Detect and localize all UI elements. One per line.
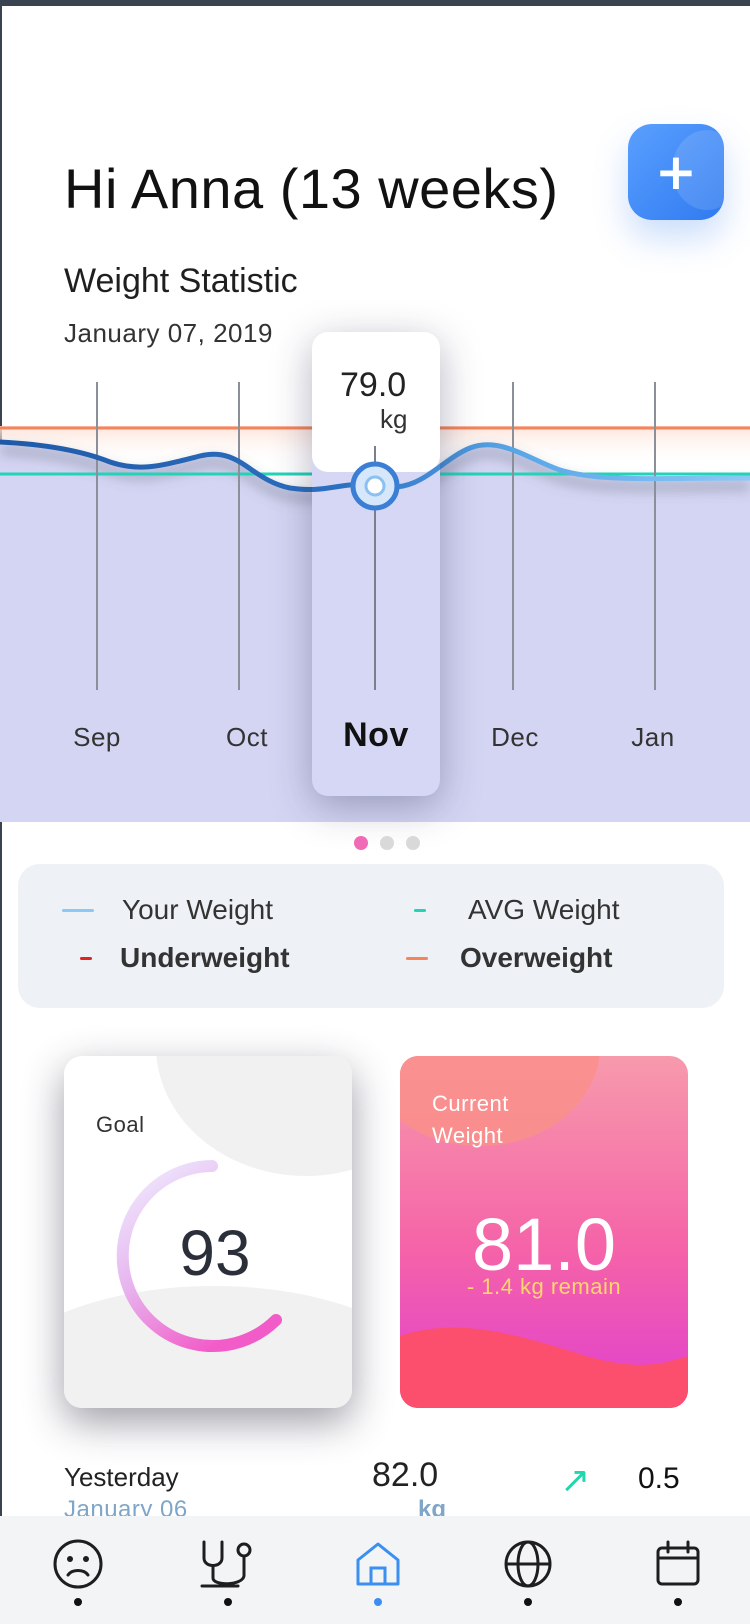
plus-icon: + [655,143,697,201]
legend-your-weight-label: Your Weight [122,894,273,925]
legend-overweight-label: Overweight [460,942,613,973]
page-dot-3[interactable] [406,836,420,850]
month-label-jan[interactable]: Jan [631,722,674,753]
goal-label: Goal [96,1112,145,1137]
overweight-swatch [406,956,428,960]
tab-indicator [374,1598,382,1606]
page-dot-1[interactable] [354,836,368,850]
month-label-sep[interactable]: Sep [73,722,121,753]
your-weight-swatch [62,908,94,912]
sad-face-icon [53,1539,103,1589]
history-row-yesterday[interactable]: Yesterday January 06 82.0 kg ↗ 0.5 [0,1456,750,1523]
tab-calendar[interactable] [643,1538,713,1618]
legend-avg-weight-label: AVG Weight [468,894,620,925]
selected-weight-value: 79.0 [340,366,407,404]
statistic-date: January 07, 2019 [64,318,273,348]
current-weight-card[interactable]: Current Weight 81.0 - 1.4 kg remain [400,1056,688,1408]
legend-overweight: Overweight [406,942,612,974]
tab-world[interactable] [493,1538,563,1618]
page-dot-2[interactable] [380,836,394,850]
tab-indicator [524,1598,532,1606]
tab-mood[interactable] [43,1538,113,1618]
selected-weight-unit: kg [380,404,408,434]
legend-avg-weight: AVG Weight [414,894,619,926]
goal-value: 93 [179,1217,251,1289]
history-value: 82.0 [372,1456,439,1494]
avg-weight-swatch [414,908,426,912]
card-wave [400,1327,688,1408]
month-label-nov[interactable]: Nov [343,716,409,755]
arrow-up-right-icon: ↗ [560,1460,591,1501]
goal-card[interactable]: Goal 93 [64,1056,352,1408]
weight-chart[interactable]: 79.0 kg Sep Oct Nov Dec Jan [0,366,750,822]
current-weight-label: Current Weight [432,1091,509,1148]
stethoscope-icon [200,1540,252,1588]
calendar-icon [656,1540,700,1586]
status-strip [0,0,750,6]
legend-underweight-label: Underweight [120,942,290,973]
tab-health[interactable] [193,1538,263,1618]
weight-remain-text: - 1.4 kg remain [466,1274,622,1299]
tab-home[interactable] [343,1538,413,1618]
page-indicator[interactable] [0,836,750,850]
month-label-oct[interactable]: Oct [226,722,268,753]
selected-point [364,475,386,497]
month-label-dec[interactable]: Dec [491,722,539,753]
chart-legend: Your Weight AVG Weight Underweight Overw… [18,864,724,1008]
add-entry-button[interactable]: + [628,124,724,220]
history-label: Yesterday [64,1462,179,1492]
legend-your-weight: Your Weight [62,894,273,926]
statistic-title: Weight Statistic [64,262,298,300]
legend-underweight: Underweight [80,942,290,974]
history-diff: 0.5 [638,1462,680,1495]
tab-indicator [674,1598,682,1606]
tab-indicator [224,1598,232,1606]
underweight-swatch [80,956,92,960]
greeting-title: Hi Anna (13 weeks) [64,157,559,220]
home-icon [356,1542,400,1586]
tab-indicator [74,1598,82,1606]
bottom-tab-bar [0,1516,750,1624]
globe-icon [504,1540,552,1588]
